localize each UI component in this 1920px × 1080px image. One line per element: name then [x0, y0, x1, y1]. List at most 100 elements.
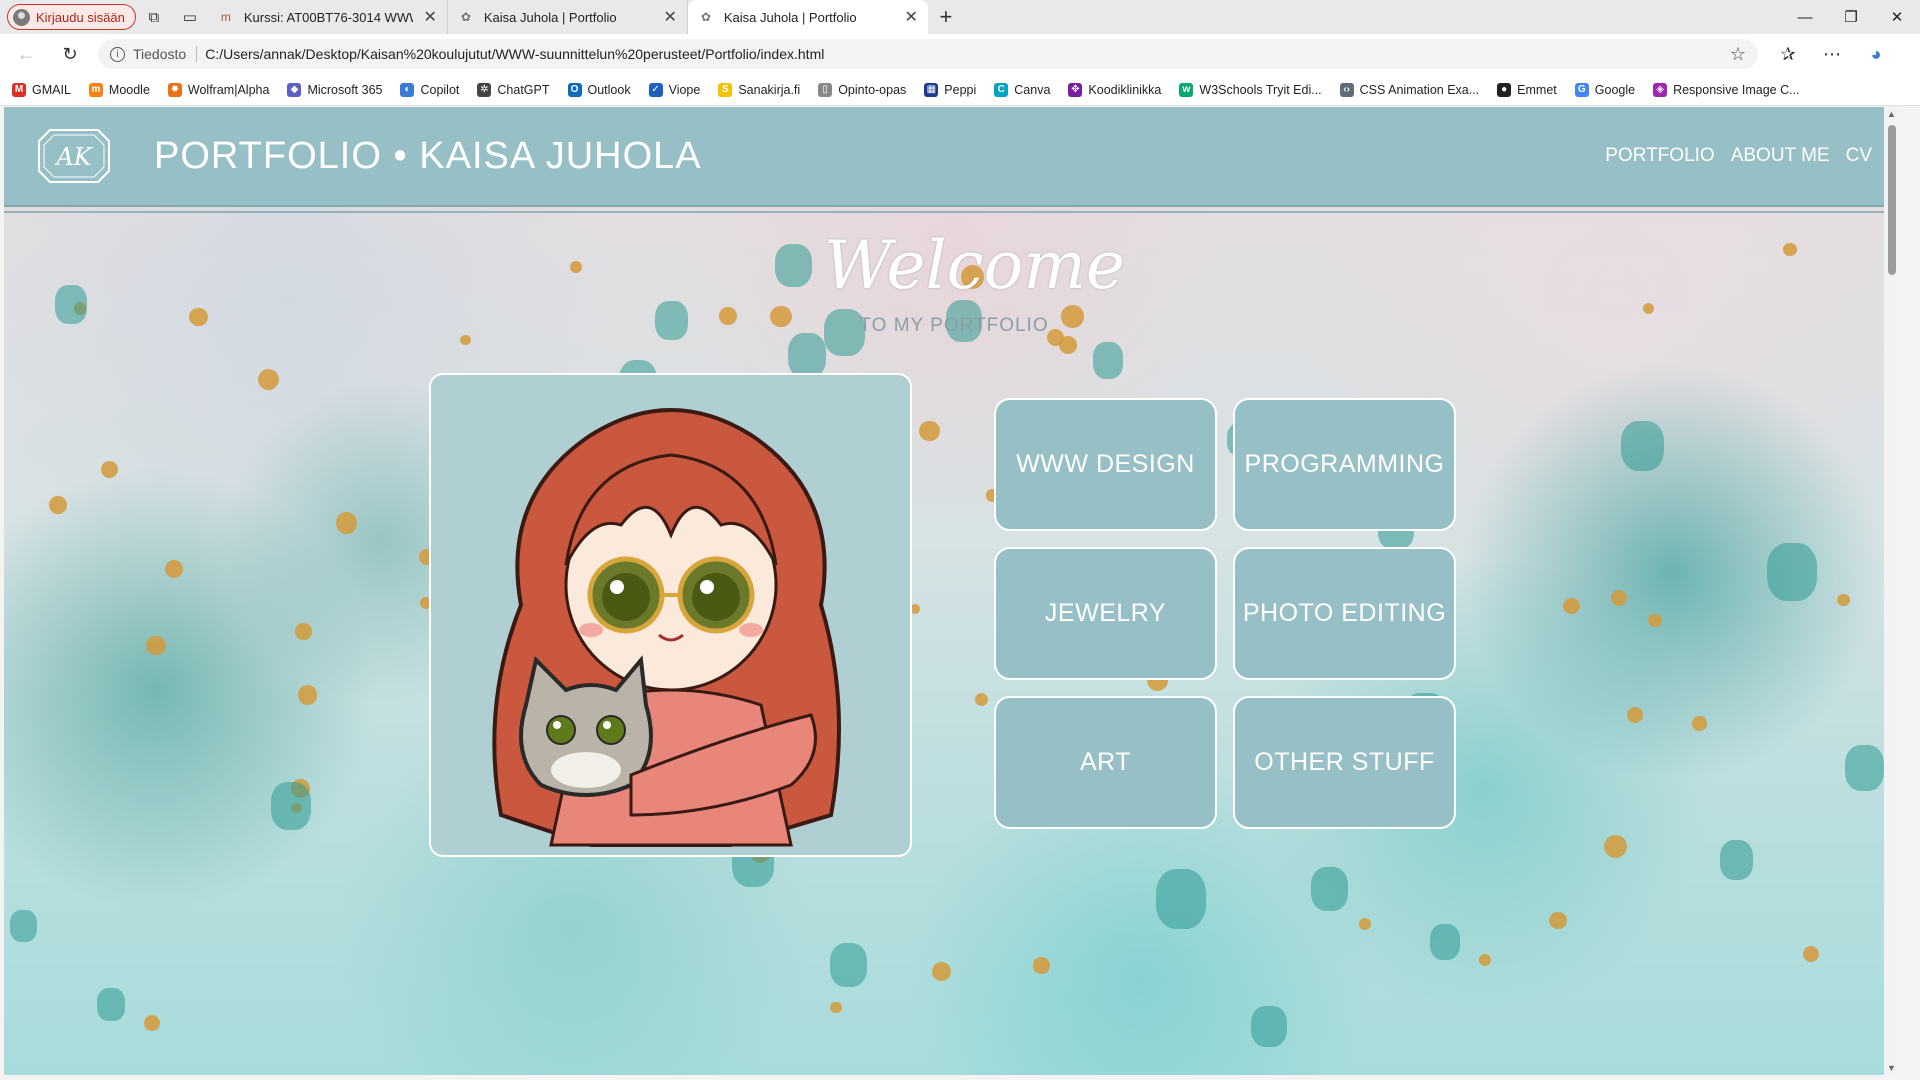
painted-dot: [270, 782, 311, 830]
painted-dot: [1311, 866, 1349, 911]
painted-dot: [1058, 336, 1077, 354]
url-text[interactable]: C:/Users/annak/Desktop/Kaisan%20koulujut…: [205, 46, 1722, 62]
painted-dot: [146, 635, 166, 656]
painted-dot: [1719, 840, 1754, 880]
browser-tab-1[interactable]: m Kurssi: AT00BT76-3014 WWW-suu ✕: [208, 0, 448, 34]
painted-dot: [295, 623, 312, 640]
bookmark-favicon-icon: ✥: [1068, 82, 1083, 97]
painted-dot: [655, 300, 688, 340]
bookmark-favicon-icon: C: [994, 82, 1009, 97]
bookmark-item[interactable]: ◐ Copilot: [400, 82, 460, 97]
bookmark-item[interactable]: ✲ ChatGPT: [477, 82, 550, 97]
bookmark-label: Copilot: [420, 82, 460, 97]
tab-title: Kaisa Juhola | Portfolio: [723, 9, 857, 25]
bookmark-item[interactable]: ▯ Opinto-opas: [818, 82, 906, 97]
bookmark-favicon-icon: ◆: [287, 82, 302, 97]
bookmark-label: Viope: [668, 82, 701, 97]
moodle-favicon-icon: m: [220, 10, 231, 24]
nav-portfolio[interactable]: PORTFOLIO: [1605, 145, 1714, 167]
bookmark-item[interactable]: ✹ Wolfram|Alpha: [167, 82, 269, 97]
bookmark-item[interactable]: ✓ Viope: [648, 82, 701, 97]
close-tab-icon[interactable]: ✕: [904, 7, 917, 27]
category-other-stuff[interactable]: OTHER STUFF: [1233, 696, 1456, 829]
category-www-design[interactable]: WWW DESIGN: [994, 398, 1217, 531]
painted-dot: [1642, 303, 1654, 315]
url-field[interactable]: i Tiedosto C:/Users/annak/Desktop/Kaisan…: [98, 39, 1758, 69]
bookmark-item[interactable]: S Sanakirja.fi: [718, 82, 800, 97]
bookmark-item[interactable]: ● Emmet: [1497, 82, 1557, 97]
scrollbar-thumb[interactable]: [1888, 125, 1896, 275]
workspaces-icon[interactable]: ⧉: [136, 2, 172, 32]
browser-tab-2[interactable]: ✿ Kaisa Juhola | Portfolio ✕: [448, 0, 688, 34]
bookmark-item[interactable]: m Moodle: [88, 82, 150, 97]
copilot-icon[interactable]: ◕: [1854, 44, 1898, 65]
back-icon[interactable]: ←: [8, 38, 44, 70]
svg-text:AK: AK: [54, 143, 93, 171]
painted-dot: [144, 1015, 161, 1032]
painted-dot: [100, 460, 118, 478]
profile-button[interactable]: Kirjaudu sisään: [7, 4, 136, 30]
painted-dot: [1621, 420, 1664, 471]
painted-dot: [9, 910, 37, 943]
category-programming[interactable]: PROGRAMMING: [1233, 398, 1456, 531]
category-jewelry[interactable]: JEWELRY: [994, 547, 1217, 680]
scroll-down-icon[interactable]: ▼: [1887, 1063, 1896, 1073]
category-photo-editing[interactable]: PHOTO EDITING: [1233, 547, 1456, 680]
bookmark-favicon-icon: ●: [1497, 82, 1512, 97]
painted-dot: [1648, 613, 1662, 627]
painted-dot: [1479, 954, 1492, 966]
painted-dot: [1563, 597, 1580, 614]
favorite-star-icon[interactable]: ☆: [1730, 44, 1746, 65]
info-icon[interactable]: i: [110, 46, 125, 62]
category-art[interactable]: ART: [994, 696, 1217, 829]
painted-dot: [830, 1001, 842, 1014]
nav-cv[interactable]: CV: [1846, 145, 1872, 167]
close-window-icon[interactable]: ✕: [1874, 0, 1920, 34]
bookmark-favicon-icon: ▯: [818, 82, 833, 97]
bookmark-favicon-icon: ◐: [400, 82, 415, 97]
bookmark-favicon-icon: ✹: [167, 82, 182, 97]
bookmark-favicon-icon: S: [718, 82, 733, 97]
bookmark-label: Emmet: [1517, 82, 1557, 97]
scheme-label: Tiedosto: [133, 46, 198, 62]
new-tab-icon[interactable]: +: [928, 4, 964, 30]
painted-dot: [258, 368, 280, 390]
vertical-tabs-icon[interactable]: ▭: [172, 2, 208, 32]
painted-dot: [1092, 342, 1124, 379]
favorites-icon[interactable]: ✰: [1766, 44, 1810, 65]
bookmark-favicon-icon: ▦: [924, 82, 939, 97]
bookmark-item[interactable]: G Google: [1574, 82, 1635, 97]
bookmark-item[interactable]: ◆ Microsoft 365: [287, 82, 382, 97]
painted-dot: [297, 685, 318, 705]
bookmark-item[interactable]: ◈ Responsive Image C...: [1653, 82, 1800, 97]
bookmark-item[interactable]: O Outlook: [567, 82, 631, 97]
painted-dot: [1549, 911, 1567, 930]
site-title: PORTFOLIO • KAISA JUHOLA: [154, 135, 702, 177]
tab-title: Kurssi: AT00BT76-3014 WWW-suu: [243, 9, 414, 25]
nav-about-me[interactable]: ABOUT ME: [1731, 145, 1830, 167]
bookmark-label: Outlook: [587, 82, 631, 97]
bookmark-item[interactable]: M GMAIL: [12, 82, 71, 97]
reload-icon[interactable]: ↻: [52, 38, 88, 70]
minimize-icon[interactable]: —: [1782, 0, 1828, 34]
close-tab-icon[interactable]: ✕: [663, 7, 676, 27]
bookmark-favicon-icon: M: [12, 82, 26, 97]
bookmark-item[interactable]: w W3Schools Tryit Edi...: [1179, 82, 1322, 97]
bookmark-item[interactable]: C Canva: [994, 82, 1050, 97]
site-header: AK PORTFOLIO • KAISA JUHOLA PORTFOLIO AB…: [4, 107, 1900, 213]
close-tab-icon[interactable]: ✕: [423, 7, 436, 27]
ak-logo-icon[interactable]: AK: [36, 127, 112, 185]
bookmark-item[interactable]: ✥ Koodiklinikka: [1068, 82, 1161, 97]
bookmark-item[interactable]: ‹› CSS Animation Exa...: [1339, 82, 1479, 97]
scroll-up-icon[interactable]: ▲: [1887, 109, 1896, 119]
painted-dot: [974, 692, 989, 706]
browser-tab-bar: Kirjaudu sisään ⧉ ▭ m Kurssi: AT00BT76-3…: [0, 0, 1920, 34]
bookmark-label: GMAIL: [32, 82, 71, 97]
page-viewport: AK PORTFOLIO • KAISA JUHOLA PORTFOLIO AB…: [4, 107, 1900, 1075]
bookmark-item[interactable]: ▦ Peppi: [924, 82, 976, 97]
tab-title: Kaisa Juhola | Portfolio: [483, 9, 617, 25]
browser-tab-3[interactable]: ✿ Kaisa Juhola | Portfolio ✕: [687, 0, 928, 34]
restore-icon[interactable]: ❐: [1828, 0, 1874, 34]
page-scrollbar[interactable]: ▲ ▼: [1884, 107, 1900, 1075]
more-menu-icon[interactable]: ⋯: [1810, 44, 1854, 65]
